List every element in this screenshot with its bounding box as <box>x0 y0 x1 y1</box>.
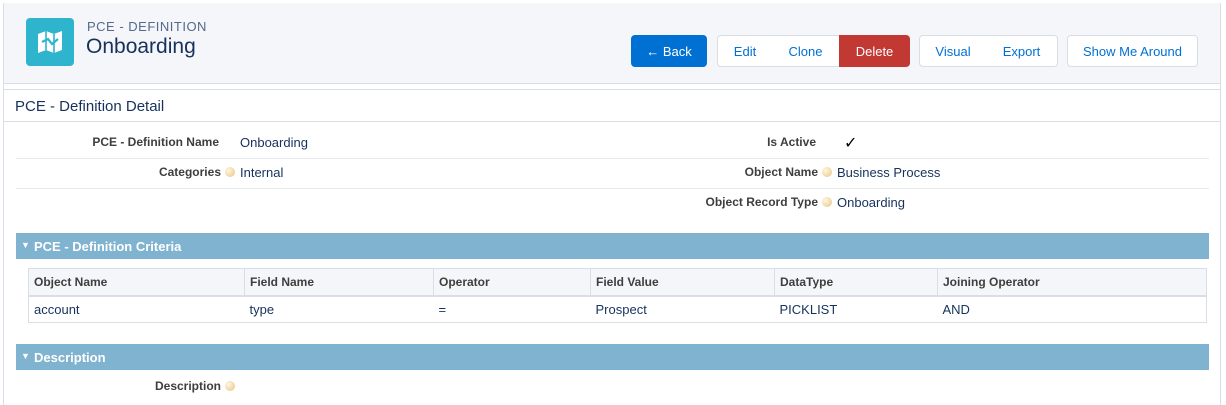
object-record-type-label: Object Record Type <box>706 195 832 209</box>
categories-label: Categories <box>159 165 235 179</box>
row-divider <box>16 158 1209 159</box>
table-cell: = <box>438 301 447 317</box>
checkmark-icon: ✓ <box>844 135 858 152</box>
delete-button[interactable]: Delete <box>839 35 910 67</box>
show-me-around-button[interactable]: Show Me Around <box>1067 35 1198 67</box>
visual-button[interactable]: Visual <box>919 35 987 67</box>
collapse-triangle-icon[interactable]: ▼ <box>21 351 30 361</box>
help-icon[interactable] <box>225 380 235 391</box>
map-icon <box>26 18 74 66</box>
help-icon[interactable] <box>822 196 832 207</box>
table-cell: type <box>249 301 275 317</box>
table-cell: Prospect <box>595 301 647 317</box>
table-cell: account <box>34 301 80 317</box>
clone-button[interactable]: Clone <box>772 35 840 67</box>
edit-button[interactable]: Edit <box>717 35 773 67</box>
column-header: Joining Operator <box>937 268 1207 297</box>
definition-name-label: PCE - Definition Name <box>92 135 219 149</box>
collapse-triangle-icon[interactable]: ▼ <box>21 240 30 250</box>
column-header: Field Name <box>244 268 434 297</box>
column-header: Field Value <box>590 268 775 297</box>
table-cell: AND <box>942 301 970 317</box>
object-name-label: Object Name <box>745 165 832 179</box>
detail-title: PCE - Definition Detail <box>15 98 165 115</box>
back-button[interactable]: ← Back <box>631 35 707 67</box>
object-record-type-value: Onboarding <box>837 195 905 210</box>
record-type-eyebrow: PCE - DEFINITION <box>87 19 207 34</box>
criteria-table: Object Name Field Name Operator Field Va… <box>28 268 1207 323</box>
page-title: Onboarding <box>86 35 196 58</box>
page-header: PCE - DEFINITION Onboarding ← Back Edit … <box>4 3 1220 84</box>
table-row: account type = Prospect PICKLIST AND <box>29 296 1207 323</box>
table-cell: PICKLIST <box>779 301 838 317</box>
criteria-section-title: PCE - Definition Criteria <box>34 239 182 254</box>
description-section-title: Description <box>34 350 106 365</box>
categories-value: Internal <box>240 165 284 180</box>
row-divider <box>16 188 1209 189</box>
description-label: Description <box>155 379 235 393</box>
description-section-header[interactable]: ▼ Description <box>16 344 1209 370</box>
is-active-label: Is Active <box>767 135 816 149</box>
help-icon[interactable] <box>822 166 832 177</box>
page-frame: PCE - DEFINITION Onboarding ← Back Edit … <box>3 3 1221 405</box>
object-name-value: Business Process <box>837 165 941 180</box>
column-header: Object Name <box>28 268 245 297</box>
definition-name-value: Onboarding <box>240 135 308 150</box>
export-button[interactable]: Export <box>986 35 1058 67</box>
table-header-row: Object Name Field Name Operator Field Va… <box>28 268 1207 297</box>
column-header: Operator <box>433 268 591 297</box>
help-icon[interactable] <box>225 166 235 177</box>
criteria-section-header[interactable]: ▼ PCE - Definition Criteria <box>16 233 1209 259</box>
column-header: DataType <box>774 268 938 297</box>
detail-section-header: PCE - Definition Detail <box>4 89 1220 122</box>
